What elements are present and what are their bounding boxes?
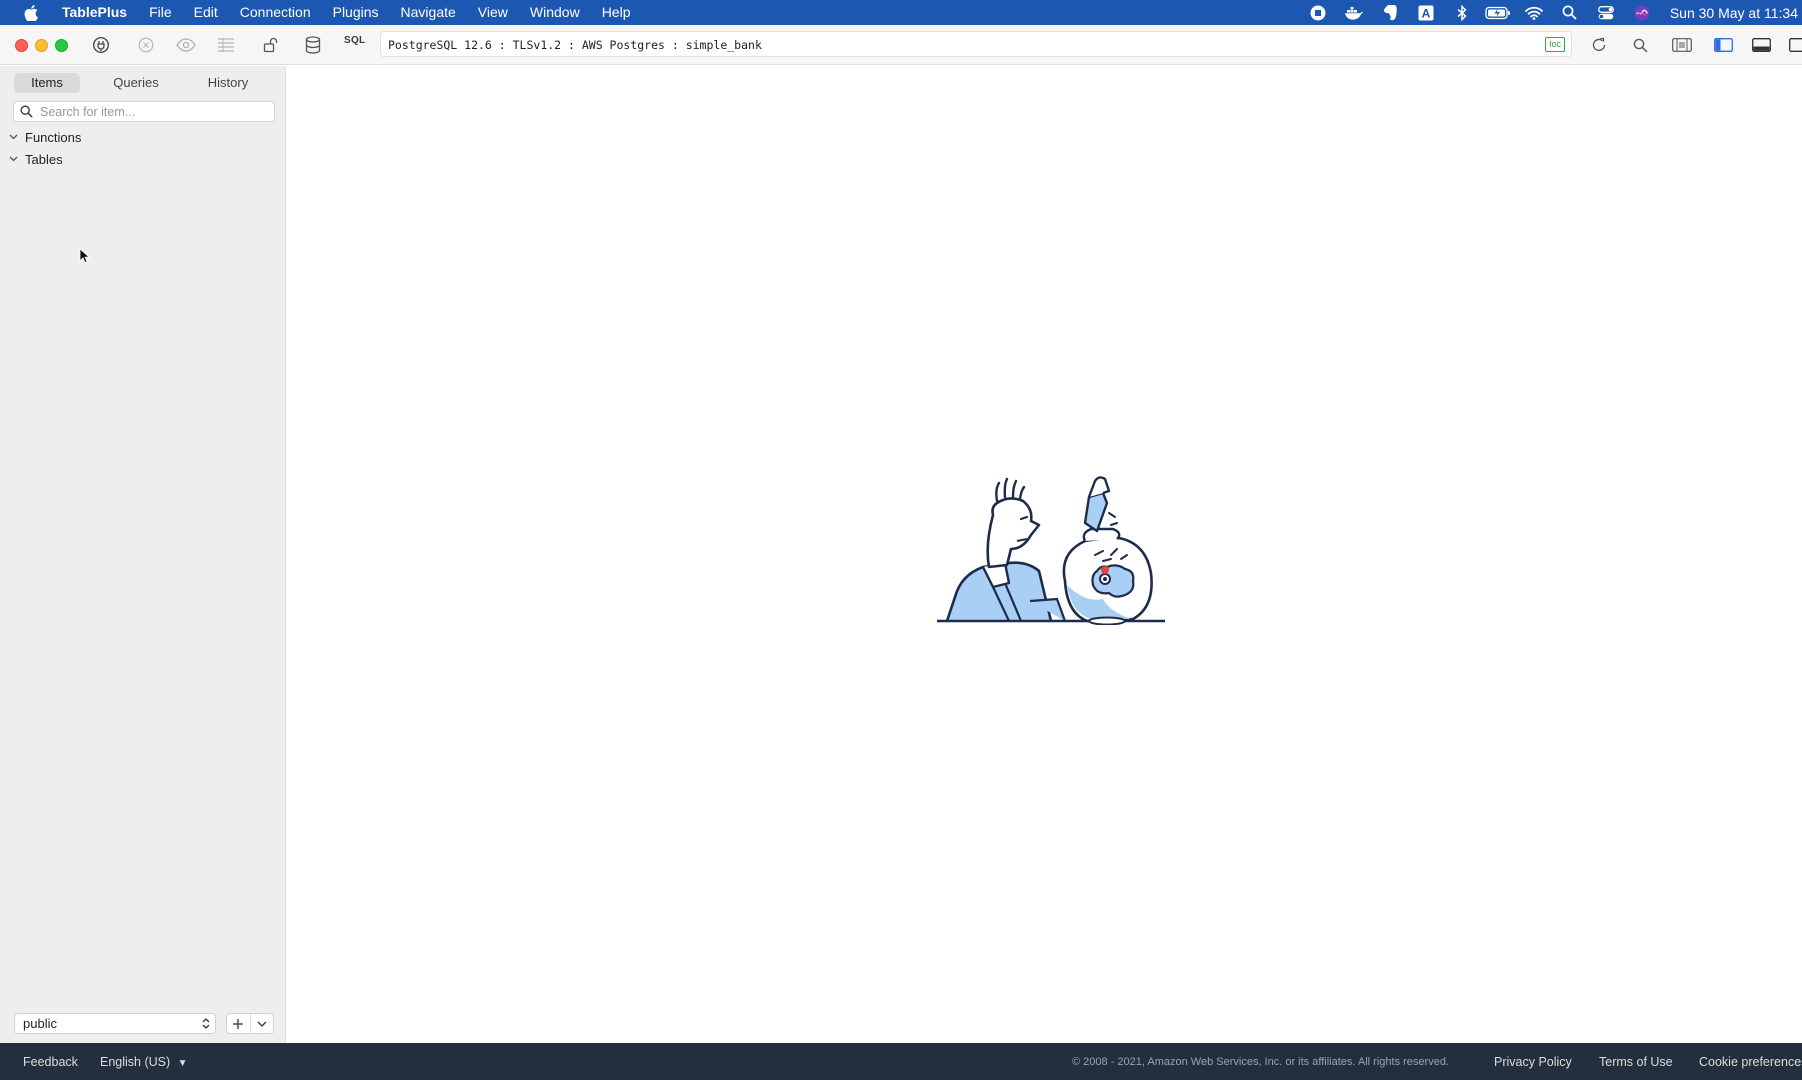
tab-items[interactable]: Items: [14, 73, 80, 93]
spotlight-search-icon[interactable]: [1552, 0, 1588, 25]
apple-icon: [24, 4, 38, 21]
record-icon[interactable]: [1300, 0, 1336, 25]
plus-icon: [233, 1018, 244, 1029]
search-icon: [20, 105, 33, 123]
preview-button[interactable]: [174, 33, 198, 57]
database-icon: [305, 36, 321, 54]
tree-item-functions[interactable]: Functions: [6, 128, 81, 146]
footer-bar: Feedback English (US) ▼ © 2008 - 2021, A…: [0, 1043, 1802, 1080]
cookie-preferences-link[interactable]: Cookie preferences: [1699, 1055, 1802, 1069]
database-button[interactable]: [301, 33, 325, 57]
chevron-down-icon[interactable]: [6, 134, 20, 140]
add-item-button[interactable]: [227, 1014, 251, 1033]
status-area: A Sun 30 May at 11:34: [1300, 0, 1802, 25]
chevron-down-icon: [257, 1021, 267, 1027]
cancel-circle-icon: [138, 37, 154, 53]
sidebar: Items Queries History Functions Tables: [0, 66, 286, 1043]
refresh-icon: [1592, 37, 1606, 52]
docker-icon[interactable]: [1336, 0, 1372, 25]
language-label: English (US): [100, 1055, 171, 1069]
zoom-window-button[interactable]: [55, 39, 68, 52]
left-sidebar-icon: [1713, 38, 1733, 52]
menu-view[interactable]: View: [467, 0, 519, 25]
apple-menu[interactable]: [0, 0, 62, 25]
siri-icon[interactable]: [1624, 0, 1660, 25]
stop-query-button[interactable]: [134, 33, 158, 57]
columns-icon: [1672, 38, 1692, 52]
chevron-down-icon[interactable]: [6, 156, 20, 162]
tree-item-label: Tables: [25, 151, 63, 167]
svg-text:A: A: [1421, 6, 1430, 20]
menu-plugins[interactable]: Plugins: [322, 0, 390, 25]
toggle-bottom-panel-button[interactable]: [1749, 33, 1773, 57]
copyright-text: © 2008 - 2021, Amazon Web Services, Inc.…: [1072, 1056, 1449, 1068]
lock-toggle-button[interactable]: [259, 33, 283, 57]
menu-bar: TablePlus File Edit Connection Plugins N…: [0, 0, 1802, 25]
menu-edit[interactable]: Edit: [183, 0, 229, 25]
menu-connection[interactable]: Connection: [229, 0, 322, 25]
search-box: [13, 101, 275, 122]
connection-info-text: PostgreSQL 12.6 : TLSv1.2 : AWS Postgres…: [388, 38, 762, 52]
keyboard-input-icon[interactable]: A: [1408, 0, 1444, 25]
toggle-left-sidebar-button[interactable]: [1711, 33, 1735, 57]
bottom-panel-icon: [1751, 38, 1771, 52]
search-icon: [1633, 38, 1647, 52]
menu-clock[interactable]: Sun 30 May at 11:34: [1660, 5, 1802, 21]
empty-state-illustration: [937, 476, 1165, 625]
structure-button[interactable]: [214, 33, 238, 57]
list-icon: [218, 38, 234, 52]
toggle-right-sidebar-button[interactable]: [1786, 33, 1802, 57]
plug-icon: [92, 36, 110, 54]
terms-of-use-link[interactable]: Terms of Use: [1599, 1055, 1673, 1069]
feedback-link[interactable]: Feedback: [23, 1055, 78, 1069]
connection-status-button[interactable]: [89, 33, 113, 57]
wifi-icon[interactable]: [1516, 0, 1552, 25]
schema-select[interactable]: public: [14, 1013, 216, 1034]
battery-icon[interactable]: [1480, 0, 1516, 25]
tab-queries[interactable]: Queries: [90, 73, 182, 93]
language-selector[interactable]: English (US) ▼: [100, 1055, 188, 1069]
loc-badge: loc: [1545, 37, 1565, 52]
schema-select-value: public: [23, 1016, 57, 1031]
control-center-icon[interactable]: [1588, 0, 1624, 25]
search-input[interactable]: [40, 103, 270, 121]
mouse-pointer-icon: [79, 248, 91, 269]
bluetooth-icon[interactable]: [1444, 0, 1480, 25]
refresh-button[interactable]: [1587, 33, 1611, 57]
menu-file[interactable]: File: [138, 0, 183, 25]
schema-actions: [226, 1013, 274, 1034]
columns-toggle-button[interactable]: [1670, 33, 1694, 57]
window-toolbar: SQL PostgreSQL 12.6 : TLSv1.2 : AWS Post…: [0, 25, 1802, 65]
tree-item-tables[interactable]: Tables: [6, 150, 63, 168]
connection-info-bar[interactable]: PostgreSQL 12.6 : TLSv1.2 : AWS Postgres…: [380, 31, 1572, 57]
eye-icon: [176, 38, 196, 52]
add-options-button[interactable]: [251, 1014, 274, 1033]
caret-down-icon: ▼: [177, 1058, 188, 1069]
close-window-button[interactable]: [15, 39, 28, 52]
sql-editor-button[interactable]: SQL: [344, 35, 365, 46]
updown-chevron-icon: [202, 1017, 210, 1033]
privacy-policy-link[interactable]: Privacy Policy: [1494, 1055, 1572, 1069]
tree-item-label: Functions: [25, 129, 82, 145]
screen: TablePlus File Edit Connection Plugins N…: [0, 0, 1802, 1080]
sidebar-tabs: Items Queries History: [14, 73, 274, 93]
menu-window[interactable]: Window: [519, 0, 591, 25]
menu-help[interactable]: Help: [591, 0, 642, 25]
tab-history[interactable]: History: [182, 73, 274, 93]
unlock-icon: [263, 37, 278, 53]
minimize-window-button[interactable]: [35, 39, 48, 52]
evernote-icon[interactable]: [1372, 0, 1408, 25]
menu-app-name[interactable]: TablePlus: [62, 0, 138, 25]
menu-navigate[interactable]: Navigate: [390, 0, 467, 25]
search-button[interactable]: [1628, 33, 1652, 57]
right-sidebar-icon: [1788, 38, 1802, 52]
